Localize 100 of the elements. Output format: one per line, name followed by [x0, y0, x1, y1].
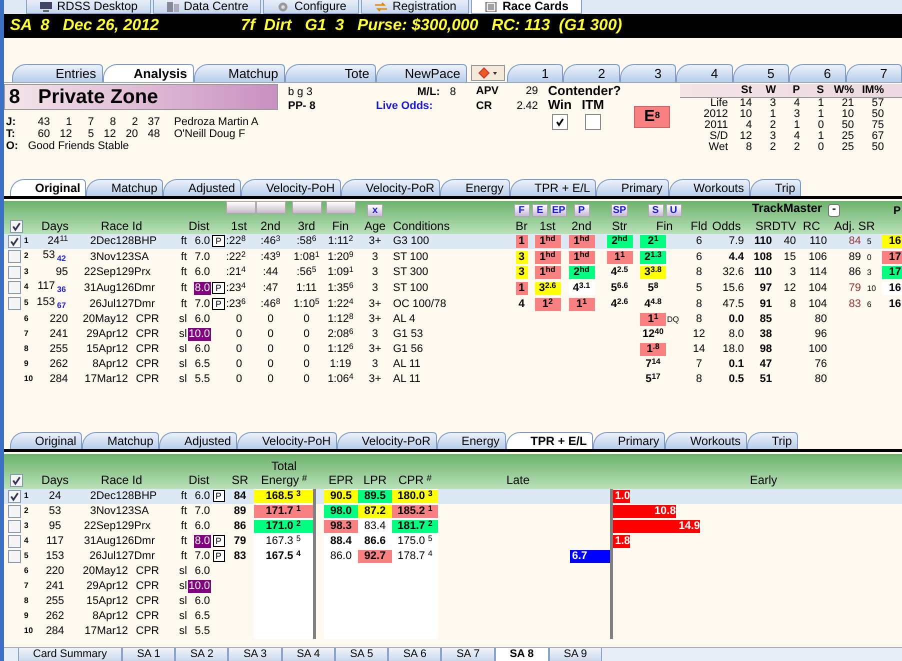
tab[interactable]: Tote	[285, 64, 376, 82]
tab[interactable]: NewPace	[376, 64, 468, 82]
p-marker: P	[212, 235, 224, 247]
tab[interactable]: Trip	[750, 179, 802, 196]
tab[interactable]: Matchup	[194, 64, 286, 82]
speed-rating: 110	[753, 265, 772, 280]
lpr-value: 87.2	[358, 505, 392, 518]
tab[interactable]: Primary	[592, 432, 666, 449]
tab[interactable]: Workouts	[668, 179, 750, 196]
row-checkbox[interactable]	[8, 266, 21, 279]
tab[interactable]: Adjusted	[163, 179, 242, 196]
row-checkbox[interactable]	[8, 281, 21, 294]
tab[interactable]: Trip	[746, 432, 798, 449]
race-tab[interactable]: SA 5	[334, 648, 388, 661]
race-track: CPR	[134, 564, 160, 579]
clear-button[interactable]: x	[367, 204, 383, 217]
race-tab[interactable]: SA 3	[228, 648, 282, 661]
race-class: 80	[814, 372, 827, 387]
tab[interactable]: Analysis	[103, 64, 194, 82]
itm-checkbox[interactable]	[584, 114, 601, 130]
table-cell-text: 21	[840, 98, 854, 109]
race-tab[interactable]: SA 7	[441, 648, 495, 661]
row-checkbox[interactable]	[8, 234, 21, 248]
style-filter-button[interactable]: EP	[550, 204, 568, 217]
cpr-value: 175.0 $^{5}$	[396, 535, 434, 548]
tab[interactable]: Adjusted	[159, 432, 238, 449]
stat-value: 12	[58, 128, 72, 140]
tab[interactable]: Original	[10, 432, 82, 449]
row-checkbox[interactable]	[8, 297, 21, 310]
odds-value: 8.0	[728, 327, 744, 342]
tab[interactable]: 7	[846, 64, 902, 82]
tab[interactable]: 3	[620, 64, 676, 82]
age-restriction: 3+	[368, 342, 382, 357]
tab[interactable]: Velocity-PoH	[241, 179, 341, 196]
tab[interactable]: 2	[563, 64, 620, 82]
sort-button[interactable]	[292, 201, 322, 214]
tab[interactable]: 1	[506, 64, 564, 82]
app-tab[interactable]: Race Cards	[471, 0, 582, 14]
app-tab[interactable]: Registration	[361, 0, 470, 14]
race-tab[interactable]: SA 6	[388, 648, 442, 661]
tab[interactable]: 6	[789, 64, 846, 82]
row-checkbox[interactable]	[8, 550, 21, 563]
adjusted-speed: 86	[848, 266, 861, 279]
style-filter-button[interactable]: SP	[610, 204, 628, 217]
tab[interactable]: Original	[10, 179, 86, 196]
sort-button[interactable]	[326, 201, 356, 214]
app-tab[interactable]: Data Centre	[152, 0, 262, 14]
tab[interactable]: Energy	[440, 179, 510, 196]
app-tab[interactable]: RDSS Desktop	[26, 0, 151, 14]
race-tab[interactable]: Card Summary	[18, 648, 122, 661]
tab[interactable]: Velocity-PoR	[336, 432, 436, 449]
table-cell-text: 67	[870, 131, 884, 142]
tab[interactable]: TPR + E/L	[506, 432, 593, 449]
column-header: Total	[270, 459, 298, 473]
row-checkbox[interactable]	[8, 534, 21, 548]
tab[interactable]: Entries	[12, 64, 104, 82]
race-tab[interactable]: SA 1	[122, 648, 176, 661]
days-value: 24	[34, 489, 76, 504]
race-tab[interactable]: SA 4	[282, 648, 335, 661]
select-all-checkbox[interactable]	[10, 220, 22, 233]
tab[interactable]: 4	[676, 64, 733, 82]
row-checkbox[interactable]	[8, 250, 21, 264]
tab[interactable]: Velocity-PoH	[237, 432, 337, 449]
app-tab[interactable]: Configure	[263, 0, 360, 14]
sort-button[interactable]	[256, 201, 286, 214]
adjusted-rank: 6	[867, 300, 872, 308]
race-tab[interactable]: SA 9	[548, 648, 602, 661]
column-header: 1st	[226, 217, 252, 234]
tab[interactable]: Primary	[596, 179, 669, 196]
race-tab[interactable]: SA 8	[494, 648, 549, 661]
fraction-time: 1:10$^{5}$	[292, 296, 320, 312]
database-icon	[166, 2, 180, 12]
sort-button[interactable]	[226, 201, 256, 214]
tab[interactable]: Matchup	[86, 179, 164, 196]
p-marker: P	[212, 490, 225, 502]
row-checkbox[interactable]	[8, 490, 21, 503]
tab[interactable]: 5	[732, 64, 790, 82]
style-filter-button[interactable]: E	[532, 204, 548, 217]
tab[interactable]: Energy	[436, 432, 506, 449]
tab[interactable]: Velocity-PoR	[340, 179, 440, 196]
style-filter-button[interactable]: F	[514, 204, 530, 217]
table-cell-text: 50	[870, 142, 884, 153]
surface: ft	[167, 504, 188, 519]
tab[interactable]: TPR + E/L	[510, 179, 596, 196]
stat-value: 20	[124, 128, 138, 140]
row-checkbox[interactable]	[8, 520, 21, 533]
win-checkbox[interactable]	[552, 114, 568, 130]
age-restriction: 3+	[357, 234, 393, 249]
collapse-button[interactable]: -	[828, 204, 840, 217]
tab[interactable]: Matchup	[82, 432, 160, 449]
column-header: Age	[357, 217, 393, 234]
tab[interactable]: Workouts	[665, 432, 747, 449]
style-filter-button[interactable]: U	[666, 204, 682, 217]
style-button[interactable]	[471, 65, 505, 81]
style-filter-button[interactable]: S	[648, 204, 664, 217]
race-tab[interactable]: SA 2	[175, 648, 228, 661]
final-time: 1:35$^{6}$	[326, 280, 354, 296]
row-checkbox[interactable]	[8, 504, 21, 518]
select-all-checkbox[interactable]	[10, 474, 22, 487]
style-filter-button[interactable]: P	[574, 204, 590, 217]
